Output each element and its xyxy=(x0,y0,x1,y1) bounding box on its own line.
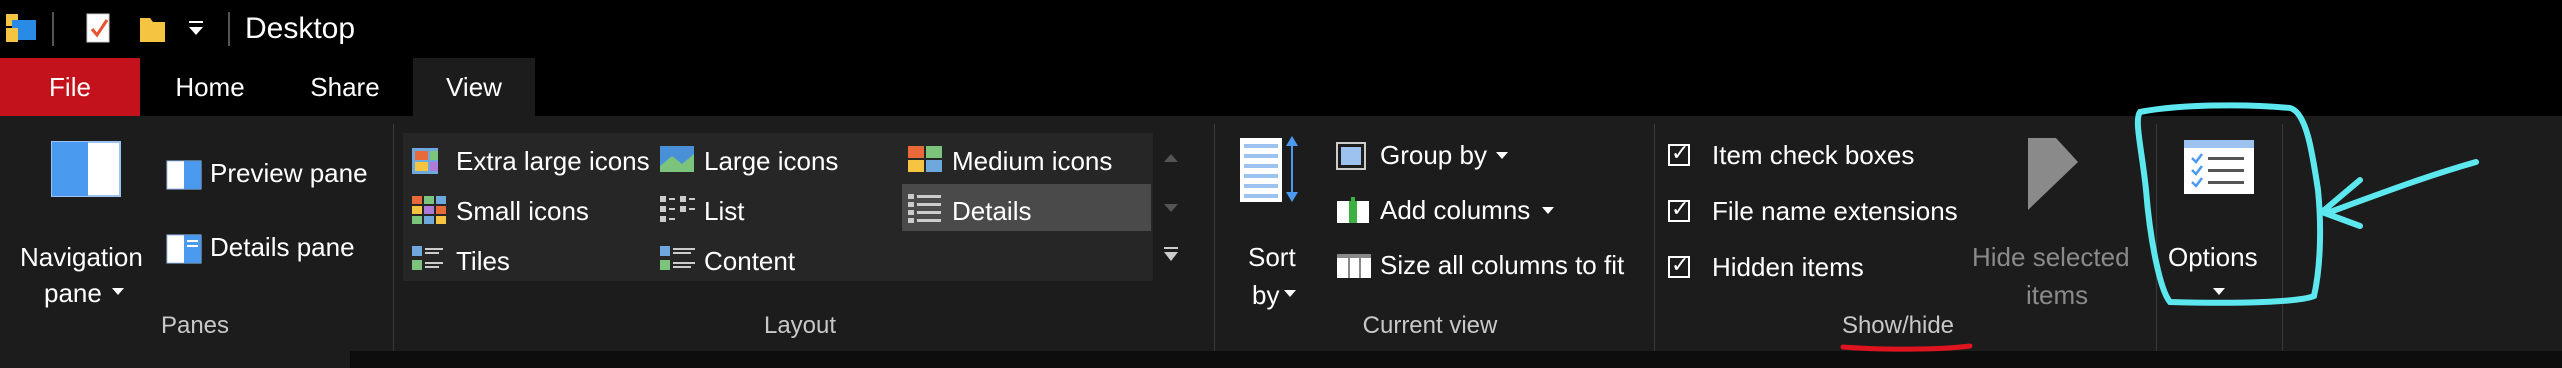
annotation-underline xyxy=(1840,343,1973,352)
annotation-overlay xyxy=(1840,102,2479,352)
annotation-circle xyxy=(2134,102,2324,306)
